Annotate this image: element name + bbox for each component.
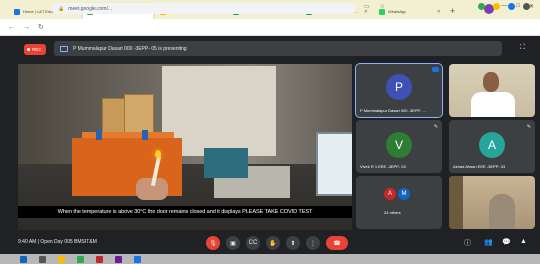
desk [18,164,352,230]
mic-off-icon: ✎ [526,124,531,130]
others-avatar: A [384,188,396,200]
captions-button[interactable]: CC [246,236,260,250]
recording-dot-icon [27,48,30,51]
participant-name: Azhad Ahsan EEE -3EPP- 03 [453,164,506,169]
laptop-screen [316,132,352,196]
url-text: meet.google.com/... [68,5,113,12]
video-caption: When the temperature is above 30°C the d… [18,206,352,218]
raise-hand-button[interactable]: ✋ [266,236,280,250]
camera-permission-icon[interactable]: ▭ [364,3,370,10]
avatar-initial: P [394,80,403,94]
tab-label: Home | L&T Edu... [23,9,56,14]
activities-icon[interactable]: ▲ [520,238,527,245]
mic-off-button[interactable]: 🎙 [206,236,220,250]
address-actions: ▭ ☆ [364,3,385,10]
avatar-initial: V [394,138,403,152]
arduino-board [204,148,248,178]
tab-favicon-icon [14,8,20,15]
extension-icon[interactable] [493,3,500,10]
app-icon[interactable] [96,255,103,263]
app-icon[interactable] [134,255,141,263]
participant-video-body [471,92,515,117]
app-icon[interactable] [115,255,122,263]
others-count-label: 24 others [384,210,401,215]
extension-icon[interactable] [478,3,485,10]
participant-name: Vivek R 1 EEE -3EPP- 03 [360,164,406,169]
info-icon[interactable]: ⓘ [464,238,471,248]
clamp [96,130,102,140]
clamp [142,130,148,140]
reload-icon[interactable]: ↻ [38,23,44,31]
participant-video-head [483,72,499,92]
present-screen-icon [60,45,68,52]
chat-icon[interactable]: 💬 [502,238,511,246]
menu-icon[interactable] [523,3,530,10]
os-taskbar [0,254,540,264]
participant-video-tile[interactable] [449,64,535,117]
meeting-info: 9:40 AM | Open Day 005 BMSIT&M [18,239,97,245]
folder-icon[interactable] [58,255,65,263]
avatar-initial: M [401,191,407,197]
recording-badge: REC [24,44,46,55]
participant-tile[interactable]: P P Mummalapur Dasari 000 -3EPP- ... [355,63,443,118]
participant-video-tile[interactable] [449,176,535,229]
tab-label: WhatsApp [388,9,407,14]
avatar-initial: A [487,138,496,152]
address-row: ← → ↻ [0,19,540,36]
door-frame [449,176,463,229]
recording-label: REC [32,47,42,52]
participant-avatar: P [386,74,412,100]
browser-tab[interactable]: WhatsApp ✕ [375,4,445,19]
participant-video-person [489,194,515,229]
presenting-banner: P Mummalapur Dasari 000 -3EPP- 05 is pre… [54,41,502,56]
participant-avatar: V [386,132,412,158]
others-avatar: M [398,188,410,200]
search-icon[interactable] [39,255,46,263]
address-bar[interactable]: 🔒 meet.google.com/... [52,3,356,14]
more-options-button[interactable]: ⋮ [306,236,320,250]
screen: Home | L&T Edu... ✕ Meet - Open Day 005.… [0,0,540,264]
flame [155,150,161,158]
present-button[interactable]: ⬆ [286,236,300,250]
forward-icon[interactable]: → [23,24,30,31]
extensions [478,3,530,10]
participant-tile[interactable]: A ✎ Azhad Ahsan EEE -3EPP- 03 [449,120,535,173]
avatar-initial: A [387,191,392,197]
door-panel [124,94,154,136]
tab-close-icon[interactable]: ✕ [437,9,441,15]
speaking-indicator-icon [432,67,439,72]
extension-icon[interactable] [508,3,515,10]
participant-name: P Mummalapur Dasari 000 -3EPP- ... [360,108,426,113]
people-icon[interactable]: 👥 [484,238,493,246]
mic-off-icon: ✎ [433,124,438,130]
camera-button[interactable]: ▣ [226,236,240,250]
others-tile[interactable]: A M 24 others [356,176,442,229]
leave-call-button[interactable]: ☎ [326,236,348,250]
new-tab-button[interactable]: + [450,4,455,19]
presenting-text: P Mummalapur Dasari 000 -3EPP- 05 is pre… [73,45,187,52]
lock-icon: 🔒 [58,5,65,12]
participant-tile[interactable]: V ✎ Vivek R 1 EEE -3EPP- 03 [356,120,442,173]
chrome-icon[interactable] [77,255,84,263]
back-icon[interactable]: ← [8,24,15,31]
bookmark-star-icon[interactable]: ☆ [380,3,385,10]
participant-avatar: A [479,132,505,158]
fullscreen-icon[interactable]: ⛶ [520,44,525,52]
start-icon[interactable] [20,255,27,263]
